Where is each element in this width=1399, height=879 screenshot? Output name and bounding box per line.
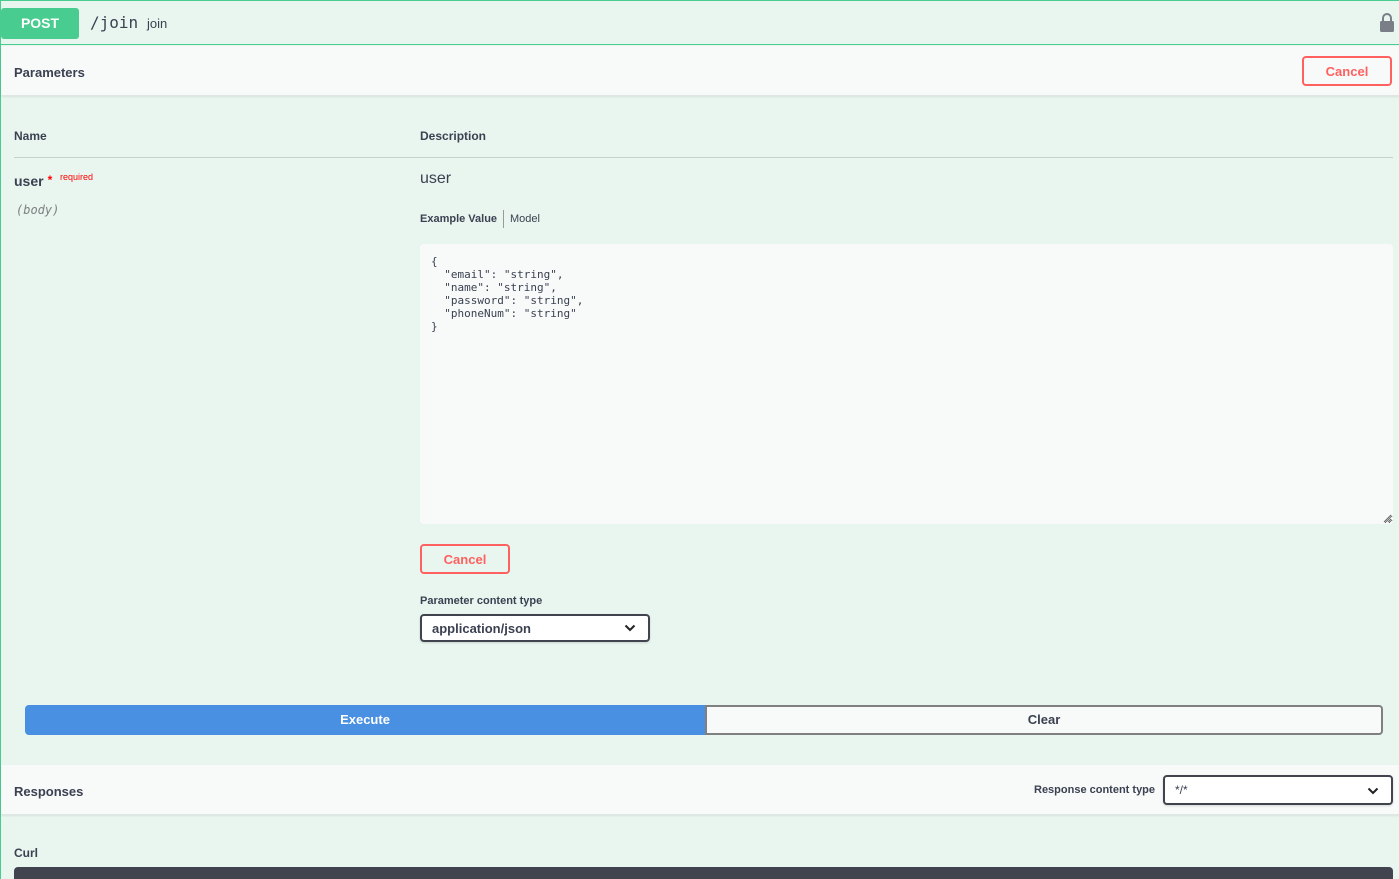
- parameter-description: user: [420, 170, 452, 187]
- tab-model[interactable]: Model: [510, 213, 540, 225]
- parameter-content-type-value: application/json: [432, 621, 531, 636]
- cancel-body-button[interactable]: Cancel: [420, 544, 510, 574]
- chevron-down-icon: [624, 624, 636, 632]
- responses-title: Responses: [14, 784, 84, 799]
- parameter-name: user *: [14, 173, 52, 189]
- method-badge: POST: [1, 8, 79, 39]
- required-label: required: [60, 172, 94, 182]
- execute-button[interactable]: Execute: [25, 705, 705, 735]
- lock-icon[interactable]: [1379, 12, 1395, 32]
- curl-command-box: [14, 867, 1393, 879]
- operation-summary-text: join: [147, 16, 168, 31]
- chevron-down-icon: [1367, 787, 1379, 795]
- tab-example-value[interactable]: Example Value: [420, 213, 497, 225]
- parameters-title: Parameters: [14, 65, 85, 80]
- parameter-location: (body): [16, 203, 60, 217]
- parameter-name-text: user: [14, 173, 44, 189]
- operation-path: /join: [90, 13, 139, 32]
- column-header-description: Description: [420, 129, 487, 143]
- response-content-type-label: Response content type: [1034, 784, 1156, 796]
- tab-divider: [503, 210, 504, 228]
- required-star: *: [47, 173, 53, 187]
- column-header-name: Name: [14, 129, 47, 143]
- parameter-content-type-select[interactable]: application/json: [420, 614, 650, 642]
- response-content-type-select[interactable]: */*: [1163, 775, 1393, 805]
- parameter-content-type-label: Parameter content type: [420, 595, 543, 607]
- curl-label: Curl: [14, 846, 38, 860]
- clear-button[interactable]: Clear: [705, 705, 1383, 735]
- operation-summary[interactable]: POST /join join: [1, 1, 1399, 45]
- request-body-editor[interactable]: [420, 244, 1393, 524]
- response-content-type-value: */*: [1175, 783, 1188, 797]
- resize-grip-icon[interactable]: [1382, 513, 1392, 523]
- cancel-try-button[interactable]: Cancel: [1302, 56, 1392, 86]
- parameters-header: Parameters Cancel: [1, 46, 1399, 96]
- header-divider: [14, 157, 1393, 158]
- operation-block-post-join: POST /join join Parameters Cancel Name D…: [0, 0, 1399, 879]
